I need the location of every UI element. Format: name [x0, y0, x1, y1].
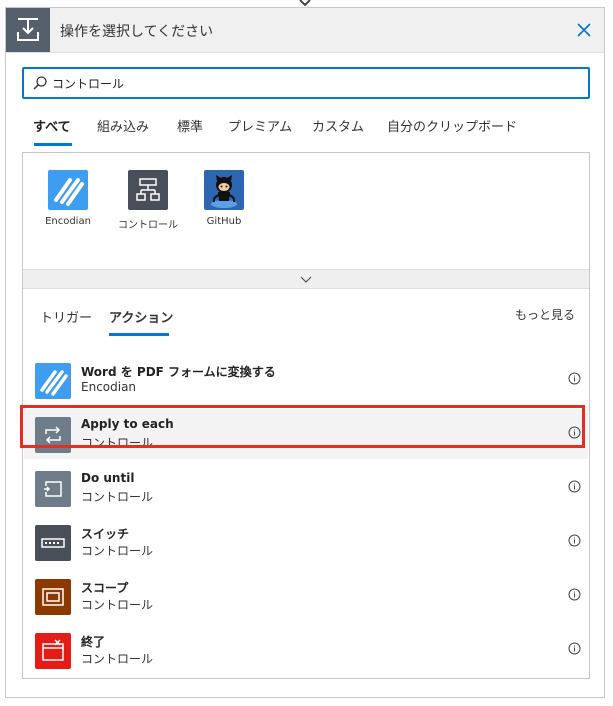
action-title: Do until: [81, 471, 135, 485]
do-until-icon: [35, 471, 71, 507]
switch-icon: [35, 525, 71, 561]
active-subtab-indicator: [109, 333, 169, 336]
search-icon: [33, 76, 47, 90]
expand-connectors-toggle[interactable]: [23, 269, 589, 289]
search-input[interactable]: [52, 74, 572, 92]
info-icon[interactable]: [568, 372, 581, 385]
tab-premium[interactable]: プレミアム: [228, 116, 292, 135]
info-icon[interactable]: [568, 534, 581, 547]
action-row-apply-to-each[interactable]: Apply to each コントロール: [24, 409, 588, 459]
action-connector-name: コントロール: [81, 436, 154, 450]
action-picker-panel: 操作を選択してください すべて 組み込み 標準 プレミアム カスタム 自分のクリ…: [5, 7, 605, 698]
active-tab-indicator: [34, 143, 72, 146]
action-connector-name: コントロール: [81, 490, 154, 504]
info-icon[interactable]: [568, 480, 581, 493]
scope-icon: [35, 579, 71, 615]
terminate-icon: [35, 633, 71, 669]
action-connector-name: コントロール: [81, 598, 154, 612]
action-title: スコープ: [81, 581, 129, 595]
action-row-do-until[interactable]: Do until コントロール: [24, 463, 588, 513]
info-icon[interactable]: [568, 426, 581, 439]
connector-label: コントロール: [118, 220, 178, 231]
action-title: Word を PDF フォームに変換する: [81, 365, 276, 379]
control-icon: [128, 170, 168, 210]
tab-all[interactable]: すべて: [33, 116, 71, 135]
tab-triggers[interactable]: トリガー: [40, 307, 92, 326]
panel-header: 操作を選択してください: [6, 8, 604, 53]
results-box: Encodian コントロール GitHub トリガー アクション もっと見る …: [22, 152, 590, 679]
connector-label: GitHub: [206, 216, 242, 227]
encodian-icon: [35, 363, 71, 399]
connector-control[interactable]: コントロール: [109, 170, 187, 231]
action-connector-name: Encodian: [81, 380, 137, 394]
connector-label: Encodian: [45, 216, 91, 227]
encodian-icon: [48, 170, 88, 210]
action-title: 終了: [81, 635, 106, 649]
tab-custom[interactable]: カスタム: [312, 116, 364, 135]
tab-my-clipboard[interactable]: 自分のクリップボード: [387, 116, 517, 135]
action-row-terminate[interactable]: 終了 コントロール: [24, 625, 588, 675]
close-icon[interactable]: [574, 20, 594, 40]
action-connector-name: コントロール: [81, 652, 154, 666]
info-icon[interactable]: [568, 588, 581, 601]
tab-standard[interactable]: 標準: [177, 116, 203, 135]
action-title: Apply to each: [81, 417, 174, 431]
connector-github[interactable]: GitHub: [185, 170, 263, 227]
action-title: スイッチ: [81, 527, 130, 541]
connector-encodian[interactable]: Encodian: [29, 170, 107, 227]
tab-actions[interactable]: アクション: [109, 307, 173, 326]
panel-title: 操作を選択してください: [60, 24, 214, 40]
action-connector-name: コントロール: [81, 544, 154, 558]
tab-built-in[interactable]: 組み込み: [97, 116, 149, 135]
see-more-link[interactable]: もっと見る: [515, 306, 575, 323]
loop-icon: [35, 417, 71, 453]
action-row-word-to-pdf-form[interactable]: Word を PDF フォームに変換する Encodian: [24, 355, 588, 405]
action-row-scope[interactable]: スコープ コントロール: [24, 571, 588, 621]
info-icon[interactable]: [568, 642, 581, 655]
action-row-switch[interactable]: スイッチ コントロール: [24, 517, 588, 567]
chevron-down-icon: [300, 276, 312, 283]
connector-step-icon: [6, 8, 50, 52]
search-box[interactable]: [22, 67, 590, 99]
github-icon: [204, 170, 244, 210]
